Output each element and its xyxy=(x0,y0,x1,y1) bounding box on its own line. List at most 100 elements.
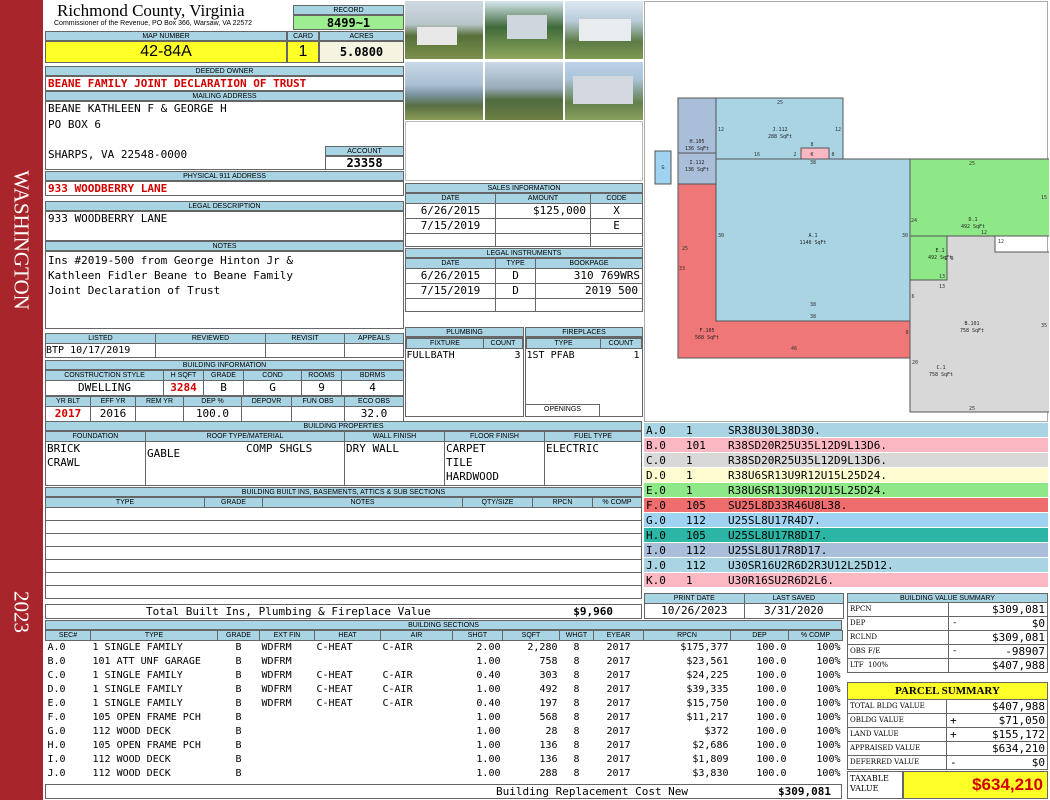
section-cell: B xyxy=(235,754,242,765)
section-header: HEAT xyxy=(314,630,381,641)
record-number: 8499~1 xyxy=(293,15,404,30)
vector-code: I.0 xyxy=(646,544,666,557)
section-row: D.0 1 SINGLE FAMILY B WDFRM C-HEAT C-AIR 1.00 4… xyxy=(46,683,843,697)
section-cell: 303 xyxy=(539,670,558,681)
dimension-label: 13 xyxy=(939,284,945,290)
section-cell: WDFRM xyxy=(261,642,292,654)
fireplace-header: COUNT xyxy=(600,338,642,349)
section-header: GRADE xyxy=(217,630,260,641)
vector-count: 1 xyxy=(686,484,693,497)
section-cell: 1 SINGLE FAMILY xyxy=(92,642,183,654)
dimension-label: 2 xyxy=(793,152,796,158)
parcel-row: TOTAL BLDG VALUE $407,988 xyxy=(847,700,1048,714)
section-cell: 100% xyxy=(816,712,841,723)
bp-header: FUEL TYPE xyxy=(544,431,642,442)
bi-header: REM YR xyxy=(135,396,184,407)
room-label: J.112 xyxy=(772,127,787,133)
vector-path: R38U6SR13U9R12U15L25D24. xyxy=(728,469,887,482)
section-cell: 100% xyxy=(816,642,841,654)
sale-date: 7/15/2019 xyxy=(405,218,496,234)
section-row: H.0 105 OPEN FRAME PCH B 1.00 136 8 2017 $2,686… xyxy=(46,739,843,753)
sketch-vector-list: A.0 1 SR38U30L38D30. B.0 101 R38SD20R25U35L12… xyxy=(644,423,1048,588)
section-cell: 8 xyxy=(573,768,580,779)
section-cell: C-AIR xyxy=(382,698,413,709)
bi-header: H SQFT xyxy=(163,370,204,381)
parcel-divider xyxy=(946,728,947,741)
plumbing-fixture: FULLBATH xyxy=(406,350,455,361)
notes-box: Ins #2019-500 from George Hinton Jr & Ka… xyxy=(45,251,404,329)
section-cell xyxy=(260,753,315,767)
sales-label: SALES INFORMATION xyxy=(405,183,643,193)
commissioner-address: Commissioner of the Revenue, PO Box 366,… xyxy=(54,20,253,27)
section-cell: B.0 xyxy=(47,656,66,667)
parcel-sign: + xyxy=(950,728,957,741)
dimension-label: 15 xyxy=(1041,195,1047,201)
building-info-table: CONSTRUCTION STYLE H SQFT GRADE COND ROO… xyxy=(45,370,404,422)
dimension-label: 8 xyxy=(831,152,834,158)
photo-house-rear[interactable] xyxy=(485,1,563,59)
map-number-label: MAP NUMBER xyxy=(45,31,287,41)
vector-path: U25SL8U17R4D7. xyxy=(728,514,821,527)
building-info-label: BUILDING INFORMATION xyxy=(45,360,404,370)
floor-finish: CARPET xyxy=(446,442,486,455)
taxable-value-label: TAXABLE VALUE xyxy=(847,771,903,799)
vector-row: F.0 105 SU25L8D33R46U8L38. xyxy=(644,498,1048,513)
section-cell: 100.0 xyxy=(756,656,787,667)
section-header: SHGT xyxy=(452,630,503,641)
section-cell: 8 xyxy=(573,726,580,737)
bi-header: COND xyxy=(243,370,302,381)
bi-header: FUN OBS xyxy=(291,396,345,407)
photo-house-side[interactable] xyxy=(565,1,643,59)
photo-water-view[interactable] xyxy=(405,62,483,120)
fuel-type: ELECTRIC xyxy=(546,442,599,455)
section-cell: 8 xyxy=(573,642,580,654)
dimension-label: 30 xyxy=(902,233,908,239)
sale-amount: $125,000 xyxy=(495,203,591,219)
mailing-line-3: SHARPS, VA 22548-0000 xyxy=(48,148,188,161)
builtins-total-label: Total Built Ins, Plumbing & Fireplace Va… xyxy=(146,605,431,618)
dimension-label: 25 xyxy=(777,100,783,106)
section-cell: 100% xyxy=(816,670,841,681)
section-cell: 8 xyxy=(573,656,580,667)
section-cell: $24,225 xyxy=(686,670,729,681)
section-cell: $2,686 xyxy=(692,740,729,751)
vector-count: 112 xyxy=(686,544,706,557)
section-cell xyxy=(381,767,453,781)
instruments-header: TYPE xyxy=(495,258,536,269)
section-cell: $3,830 xyxy=(692,768,729,779)
section-header: SQFT xyxy=(502,630,560,641)
physical-address-box: 933 WOODBERRY LANE xyxy=(45,181,404,196)
effective-year: 2016 xyxy=(90,406,136,422)
legal-description: 933 WOODBERRY LANE xyxy=(48,212,168,225)
taxable-value: $634,210 xyxy=(903,771,1048,799)
photo-house-front[interactable] xyxy=(565,62,643,120)
legal-description-label: LEGAL DESCRIPTION xyxy=(45,201,404,211)
room-label: I.112 xyxy=(689,160,704,166)
builtins-header: TYPE xyxy=(45,497,205,508)
depreciation-percent: 100.0 xyxy=(183,406,242,422)
room-label: F.105 xyxy=(699,328,714,334)
plumbing-header: FIXTURE xyxy=(406,338,484,349)
section-cell: 100% xyxy=(816,656,841,667)
photo-shoreline[interactable] xyxy=(485,62,563,120)
section-cell: $175,377 xyxy=(680,642,729,654)
parcel-item-label: APPRAISED VALUE xyxy=(850,744,921,752)
section-cell: 8 xyxy=(573,712,580,723)
floor-finish: TILE xyxy=(446,456,473,469)
print-date: 10/26/2023 xyxy=(644,603,745,619)
photo-shed[interactable] xyxy=(405,1,483,59)
physical-address: 933 WOODBERRY LANE xyxy=(48,182,168,195)
section-cell: 492 xyxy=(539,684,558,695)
section-cell: $372 xyxy=(704,726,729,737)
parcel-item-value: $407,988 xyxy=(992,700,1045,713)
vector-count: 1 xyxy=(686,469,693,482)
section-cell: 101 ATT UNF GARAGE xyxy=(92,656,201,667)
section-cell: D.0 xyxy=(47,684,66,695)
section-cell: 1.00 xyxy=(476,712,501,723)
dimension-label: 8 xyxy=(905,330,908,336)
plumbing-table: FIXTURE COUNT FULLBATH 3 xyxy=(405,337,524,417)
vector-row: G.0 112 U25SL8U17R4D7. xyxy=(644,513,1048,528)
instruments-header: BOOKPAGE xyxy=(535,258,643,269)
parcel-summary-label: PARCEL SUMMARY xyxy=(847,682,1048,700)
section-header: % COMP xyxy=(788,630,843,641)
